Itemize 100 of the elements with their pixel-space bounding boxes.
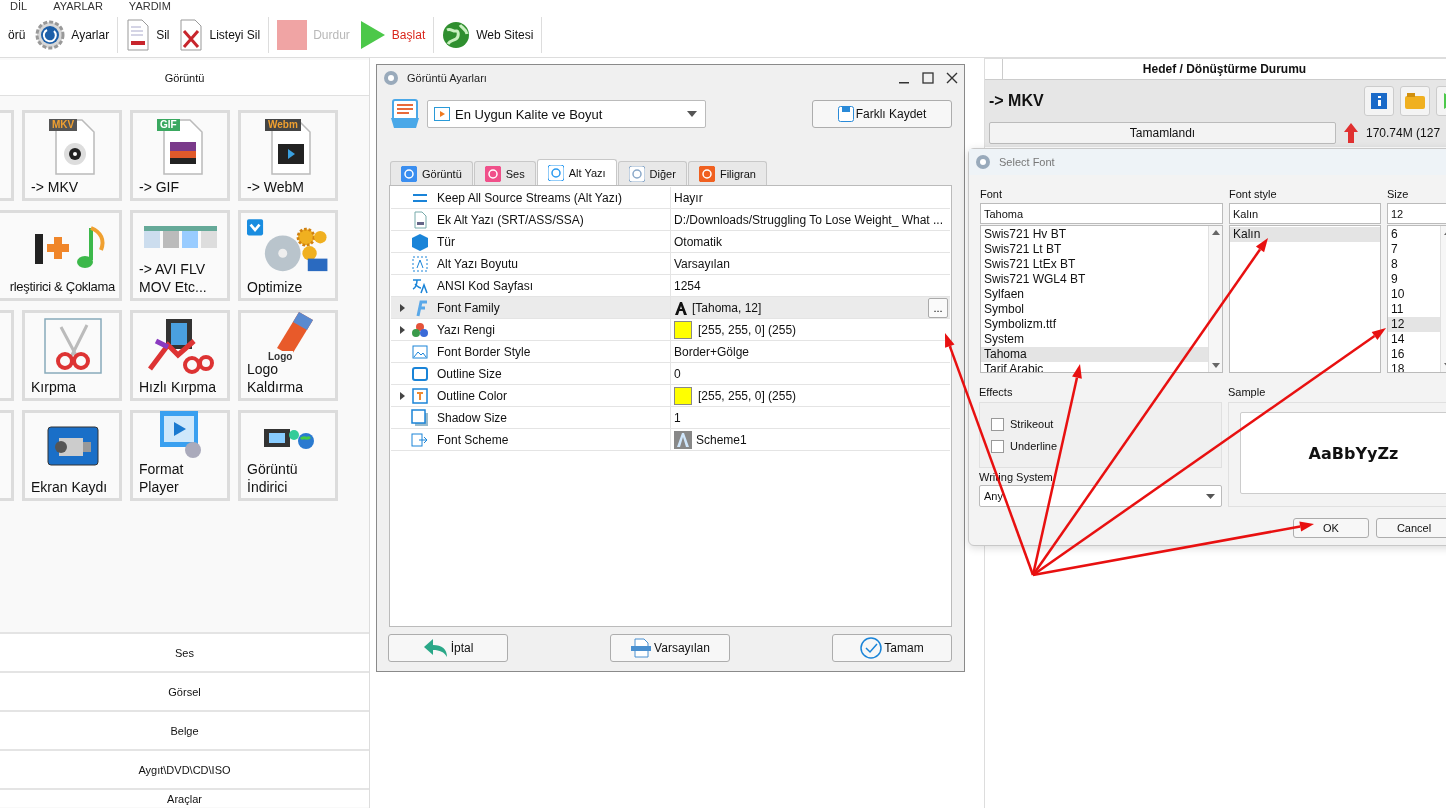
property-value: [255, 255, 0] (255) (698, 388, 798, 403)
tile-label: -> MKV (31, 178, 80, 196)
list-item[interactable]: 9 (1388, 272, 1440, 287)
toolbar-button[interactable]: Listeyi Sil (177, 18, 263, 51)
tool-tile[interactable]: GIF -> GIF (130, 110, 230, 201)
property-row[interactable]: Tür Otomatik (391, 231, 950, 253)
font-field[interactable]: Tahoma (980, 203, 1223, 224)
property-value: Varsayılan (674, 256, 731, 271)
writing-system-dropdown[interactable]: Any (979, 485, 1222, 507)
category-item[interactable]: Ses (0, 632, 369, 671)
list-item[interactable]: 11 (1388, 302, 1440, 317)
list-item[interactable]: 8 (1388, 257, 1440, 272)
property-value: [Tahoma, 12] (692, 300, 763, 315)
sample-text: AaBbYyZz (1240, 412, 1446, 494)
dialog-button[interactable]: İptal (388, 634, 508, 662)
list-item[interactable]: Swis721 Lt BT (981, 242, 1208, 257)
list-item[interactable]: Symbolizm.ttf (981, 317, 1208, 332)
property-row[interactable]: Outline Size 0 (391, 363, 950, 385)
property-row[interactable]: Alt Yazı Boyutu Varsayılan (391, 253, 950, 275)
tool-tile[interactable]: Görüntü İndirici (238, 410, 338, 501)
list-item[interactable]: 12 (1388, 317, 1440, 332)
menu-item[interactable]: DİL (10, 1, 28, 12)
property-name: Yazı Rengi (437, 322, 495, 337)
tab[interactable]: Diğer (617, 161, 687, 185)
property-name: ANSI Kod Sayfası (437, 278, 534, 293)
dialog-button[interactable]: Cancel (1376, 518, 1446, 538)
list-item[interactable]: Kalın (1230, 227, 1380, 242)
property-row[interactable]: Font Scheme Scheme1 (391, 429, 950, 451)
property-name: Font Scheme (437, 432, 509, 447)
profile-dropdown[interactable]: En Uygun Kalite ve Boyut (427, 100, 706, 128)
list-item[interactable]: Swis721 WGL4 BT (981, 272, 1208, 287)
tile-label: -> GIF (139, 178, 181, 196)
size-field[interactable]: 12 (1387, 203, 1446, 224)
list-item[interactable]: 7 (1388, 242, 1440, 257)
property-row[interactable]: Font Family [Tahoma, 12] ... (391, 297, 950, 319)
property-row[interactable]: Shadow Size 1 (391, 407, 950, 429)
item-title: -> MKV (989, 92, 1044, 110)
toolbar-button[interactable]: Sil (124, 18, 172, 51)
dialog-button[interactable]: Tamam (832, 634, 952, 662)
tab[interactable]: Görüntü (390, 161, 473, 185)
property-name: Outline Size (437, 366, 502, 381)
property-name: Font Border Style (437, 344, 531, 359)
category-item[interactable]: Aygıt\DVD\CD\ISO (0, 749, 369, 788)
tab[interactable]: Ses (473, 161, 536, 185)
property-value: Scheme1 (696, 432, 748, 447)
property-name: Font Family (437, 300, 500, 315)
toolbar-button[interactable]: Başlat (357, 19, 428, 50)
tile-label: -> AVI FLV MOV Etc... (139, 260, 208, 296)
toolbar-button[interactable]: Web Sitesi (440, 20, 536, 49)
tool-tile[interactable]: Hızlı Kırpma (130, 310, 230, 401)
property-row[interactable]: Keep All Source Streams (Alt Yazı) Hayır (391, 187, 950, 209)
logo-label: Logo (267, 351, 294, 362)
tool-tile[interactable]: Optimize (238, 210, 338, 301)
list-item[interactable]: 14 (1388, 332, 1440, 347)
toolbar-button[interactable]: Ayarlar (33, 19, 112, 50)
property-row[interactable]: ANSI Kod Sayfası 1254 (391, 275, 950, 297)
list-item[interactable]: Swis721 LtEx BT (981, 257, 1208, 272)
tool-tile[interactable]: Webm -> WebM (238, 110, 338, 201)
category-item[interactable]: Görsel (0, 671, 369, 710)
tab[interactable]: Alt Yazı (536, 159, 617, 185)
property-value: 1254 (674, 278, 702, 293)
style-field[interactable]: Kalın (1229, 203, 1381, 224)
list-item[interactable]: 16 (1388, 347, 1440, 362)
category-item[interactable]: Belge (0, 710, 369, 749)
list-item[interactable]: Tahoma (981, 347, 1208, 362)
property-row[interactable]: Font Border Style Border+Gölge (391, 341, 950, 363)
tool-tile[interactable]: Kırpma (22, 310, 122, 401)
browse-button[interactable]: ... (928, 297, 948, 318)
menu-item[interactable]: YARDIM (128, 1, 171, 12)
property-row[interactable]: Ek Alt Yazı (SRT/ASS/SSA) D:/Downloads/Struggling To Lose Weight_ What ... (391, 209, 950, 231)
field-label: Font style (1229, 187, 1278, 201)
field-label: Font (980, 187, 1003, 201)
property-row[interactable]: Outline Color [255, 255, 0] (255) (391, 385, 950, 407)
tool-tile[interactable]: Format Player (130, 410, 230, 501)
panel-header[interactable]: Görüntü (0, 60, 369, 96)
tool-tile[interactable]: MKV -> MKV (22, 110, 122, 201)
tool-tile[interactable]: Logo Logo Kaldırma (238, 310, 338, 401)
checkbox-label: Strikeout (1010, 418, 1054, 430)
tab[interactable]: Filigran (687, 161, 767, 185)
list-item[interactable]: Swis721 Hv BT (981, 227, 1208, 242)
menu-item[interactable]: AYARLAR (53, 1, 103, 12)
property-value: Border+Gölge (674, 344, 751, 359)
tile-label: Logo Kaldırma (247, 361, 305, 396)
list-item[interactable]: 6 (1388, 227, 1440, 242)
list-item[interactable]: 10 (1388, 287, 1440, 302)
tile-label: Kırpma (31, 378, 78, 396)
tool-tile[interactable]: rleştirici & Çoklama (0, 210, 122, 301)
tile-label: Optimize (247, 278, 304, 296)
tile-label: Format Player (139, 460, 185, 496)
save-as-button[interactable]: Farklı Kaydet (812, 100, 952, 128)
dialog-button[interactable]: OK (1293, 518, 1369, 538)
field-label: Size (1387, 187, 1410, 201)
list-item[interactable]: Symbol (981, 302, 1208, 317)
dialog-button[interactable]: Varsayılan (610, 634, 730, 662)
tool-tile[interactable]: -> AVI FLV MOV Etc... (130, 210, 230, 301)
list-item[interactable]: System (981, 332, 1208, 347)
list-item[interactable]: Sylfaen (981, 287, 1208, 302)
tool-tile[interactable]: Ekran Kaydı (22, 410, 122, 501)
category-item[interactable]: Araçlar (0, 788, 369, 807)
toolbar-button[interactable]: örü (6, 27, 28, 42)
